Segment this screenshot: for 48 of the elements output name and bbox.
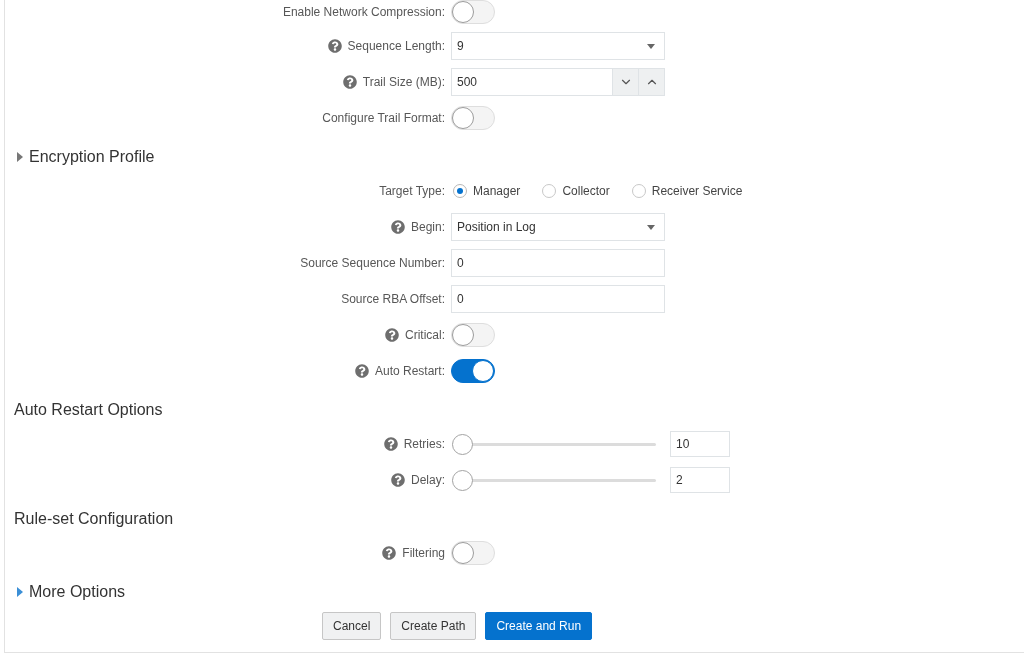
field-label: Auto Restart: [374,364,445,378]
help-icon[interactable] [390,220,405,234]
radio-button[interactable] [631,184,646,198]
text-field[interactable]: 0 [451,285,665,313]
expand-triangle-icon[interactable] [17,152,23,162]
radio-button[interactable] [453,184,467,198]
field-label: Sequence Length: [347,39,445,53]
text-field[interactable]: 0 [451,249,665,277]
field-label: Filtering [402,546,445,560]
help-icon[interactable] [385,328,399,342]
help-icon[interactable] [383,437,398,451]
section-heading[interactable]: Encryption Profile [29,148,155,166]
slider-thumb[interactable] [452,469,473,491]
field-label: Enable Network Compression: [282,5,445,19]
section-heading: Auto Restart Options [14,401,163,419]
field-label: Begin: [410,220,445,234]
help-icon[interactable] [382,546,397,560]
radio-button[interactable] [542,184,557,198]
help-icon[interactable] [354,364,369,378]
help-icon[interactable] [391,473,405,487]
dropdown-field[interactable]: 9 [451,32,665,60]
number-field[interactable]: 2 [670,467,730,493]
field-label: Trail Size (MB): [362,75,445,89]
radio-label: Collector [562,184,610,198]
number-field[interactable]: 10 [670,431,730,457]
slider-thumb[interactable] [452,433,473,455]
field-label: Target Type: [379,184,445,198]
section-heading[interactable]: More Options [29,583,126,601]
caret-down-icon [647,43,655,49]
radio-label: Receiver Service [651,184,743,198]
caret-down-icon [647,224,655,230]
field-label: Delay: [411,473,445,487]
toggle-switch[interactable] [451,359,495,383]
radio-label: Manager [473,184,521,198]
create-and-run-button[interactable]: Create and Run [485,612,593,640]
expand-triangle-icon[interactable] [17,587,23,597]
field-label: Source RBA Offset: [341,292,445,306]
cancel-button[interactable]: Cancel [322,612,382,640]
create-path-button[interactable]: Create Path [390,612,477,640]
field-label: Source Sequence Number: [300,256,445,270]
section-heading: Rule-set Configuration [14,510,174,528]
number-field[interactable]: 500 [451,68,613,96]
dropdown-field[interactable]: Position in Log [451,213,665,241]
help-icon[interactable] [342,75,357,89]
field-label: Configure Trail Format: [322,111,445,125]
help-icon[interactable] [327,39,342,53]
field-label: Critical: [405,328,445,342]
field-label: Retries: [403,437,445,451]
